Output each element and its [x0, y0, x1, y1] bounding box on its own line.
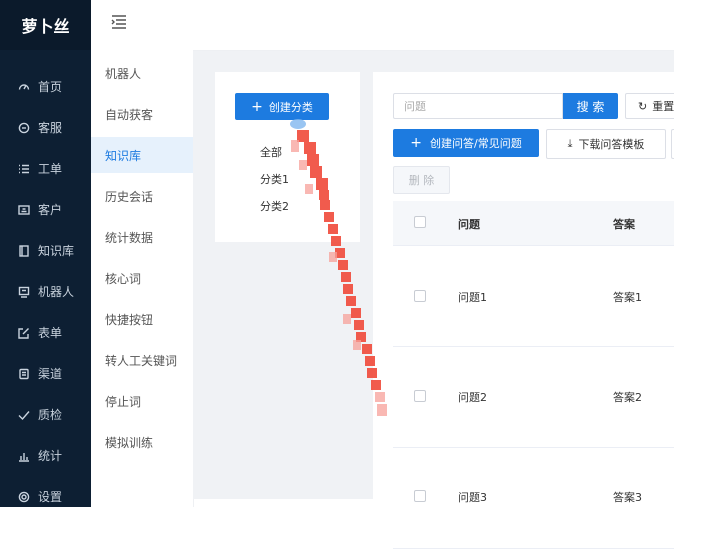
channel-icon	[18, 368, 30, 380]
download-icon: ⤓	[567, 137, 573, 150]
answer-cell: 答案2	[613, 391, 642, 404]
sidebar-item-channels[interactable]: 渠道	[0, 353, 91, 394]
dashboard-icon	[18, 81, 30, 93]
submenu-item-core-words[interactable]: 核心词	[91, 260, 193, 296]
submenu-item-quick-buttons[interactable]: 快捷按钮	[91, 301, 193, 337]
sidebar-item-label: 工单	[38, 162, 63, 176]
submenu-item-history[interactable]: 历史会话	[91, 178, 193, 214]
row-checkbox[interactable]	[414, 490, 426, 502]
create-category-button[interactable]: + 创建分类	[235, 93, 329, 120]
page-right-edge	[674, 0, 721, 507]
create-qa-label: 创建问答/常见问题	[430, 137, 522, 150]
sidebar-item-label: 客服	[38, 121, 63, 135]
sidebar-item-label: 表单	[38, 326, 63, 340]
row-checkbox[interactable]	[414, 390, 426, 402]
app-logo: 萝卜丝	[0, 0, 91, 50]
knowledge-submenu: 机器人 自动获客 知识库 历史会话 统计数据 核心词 快捷按钮 转人工关键词 停…	[91, 50, 194, 507]
download-label: 下载问答模板	[578, 138, 645, 151]
top-bar	[91, 0, 674, 51]
sidebar-item-customers[interactable]: 客户	[0, 189, 91, 230]
submenu-item-robot[interactable]: 机器人	[91, 55, 193, 91]
table-row[interactable]: 问题2 答案2	[393, 347, 674, 448]
headset-icon	[18, 122, 30, 134]
column-header-answer: 答案	[613, 218, 635, 231]
sidebar-item-forms[interactable]: 表单	[0, 312, 91, 353]
robot-icon	[18, 286, 30, 298]
reset-label: 重置	[652, 100, 675, 113]
main-sidebar: 萝卜丝 首页 客服 工单 客户 知识库 机器人 表单 渠道 质检 统计 设置	[0, 0, 91, 507]
sidebar-item-label: 渠道	[38, 367, 63, 381]
table-row[interactable]: 问题1 答案1	[393, 246, 674, 347]
sidebar-item-label: 客户	[38, 203, 63, 217]
answer-cell: 答案3	[613, 491, 642, 504]
edit-form-icon	[18, 327, 30, 339]
sidebar-item-label: 知识库	[38, 244, 75, 258]
refresh-icon: ↻	[638, 99, 648, 113]
sidebar-item-tickets[interactable]: 工单	[0, 148, 91, 189]
submenu-item-transfer-keywords[interactable]: 转人工关键词	[91, 342, 193, 378]
sidebar-item-robot[interactable]: 机器人	[0, 271, 91, 312]
delete-button[interactable]: 删 除	[393, 166, 450, 194]
submenu-item-statistics[interactable]: 统计数据	[91, 219, 193, 255]
gear-icon	[18, 491, 30, 503]
list-icon	[18, 163, 30, 175]
sidebar-item-settings[interactable]: 设置	[0, 476, 91, 517]
question-cell: 问题2	[458, 391, 487, 404]
menu-toggle-icon[interactable]	[111, 14, 127, 30]
submenu-item-auto-acquire[interactable]: 自动获客	[91, 96, 193, 132]
plus-icon: +	[251, 98, 263, 115]
select-all-checkbox[interactable]	[414, 216, 426, 228]
book-icon	[18, 244, 30, 257]
submenu-item-stop-words[interactable]: 停止词	[91, 383, 193, 419]
bar-chart-icon	[18, 450, 30, 462]
sidebar-item-label: 设置	[38, 490, 63, 504]
submenu-item-knowledge[interactable]: 知识库	[91, 137, 193, 173]
download-template-button[interactable]: ⤓ 下载问答模板	[546, 129, 666, 159]
row-checkbox[interactable]	[414, 290, 426, 302]
sidebar-item-label: 统计	[38, 449, 63, 463]
sidebar-item-label: 质检	[38, 408, 63, 422]
column-header-question: 问题	[458, 218, 480, 231]
sidebar-item-label: 首页	[38, 80, 63, 94]
category-item-1[interactable]: 分类1	[260, 171, 289, 187]
check-icon	[18, 409, 30, 421]
sidebar-item-service[interactable]: 客服	[0, 107, 91, 148]
plus-icon: +	[410, 135, 422, 151]
search-input[interactable]	[393, 93, 563, 119]
submenu-item-training[interactable]: 模拟训练	[91, 424, 193, 460]
sidebar-item-home[interactable]: 首页	[0, 66, 91, 107]
question-cell: 问题3	[458, 491, 487, 504]
sidebar-item-stats[interactable]: 统计	[0, 435, 91, 476]
contact-card-icon	[18, 204, 30, 216]
search-button[interactable]: 搜 索	[563, 93, 618, 119]
create-category-label: 创建分类	[268, 100, 313, 114]
answer-cell: 答案1	[613, 291, 642, 304]
category-item-2[interactable]: 分类2	[260, 198, 289, 214]
table-row[interactable]: 问题3 答案3	[393, 448, 674, 549]
sidebar-item-quality[interactable]: 质检	[0, 394, 91, 435]
category-item-all[interactable]: 全部	[260, 144, 282, 160]
sidebar-item-knowledge[interactable]: 知识库	[0, 230, 91, 271]
table-header: 问题 答案	[393, 201, 674, 246]
question-cell: 问题1	[458, 291, 487, 304]
create-qa-button[interactable]: + 创建问答/常见问题	[393, 129, 539, 157]
sidebar-item-label: 机器人	[38, 285, 75, 299]
